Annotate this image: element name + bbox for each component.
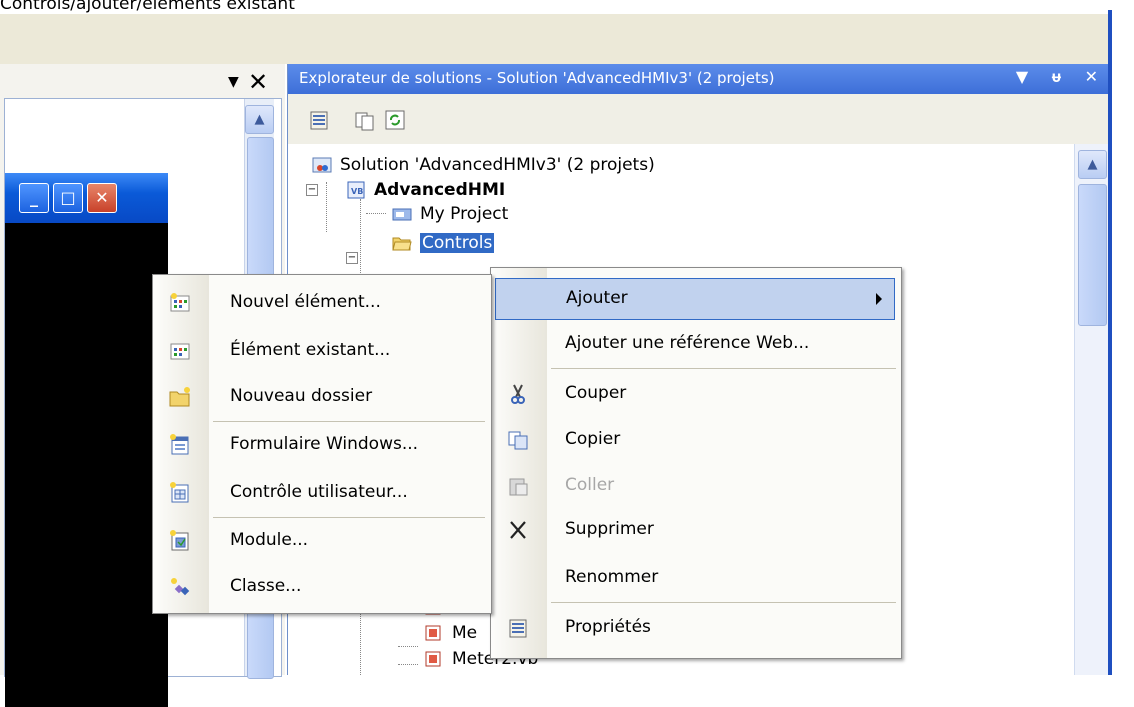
pin-icon[interactable]: ᵾ — [1052, 67, 1061, 86]
cut-icon — [511, 384, 525, 404]
form-titlebar: _ □ ✕ — [5, 173, 168, 223]
caption-text: Controls/ajouter/éléments existant — [0, 0, 295, 14]
show-all-files-icon[interactable] — [354, 109, 376, 131]
panel-close-icon[interactable]: ✕ — [248, 68, 268, 96]
vb-file-icon — [425, 625, 441, 641]
menu-item-delete[interactable]: Supprimer — [491, 510, 901, 550]
menu-item-paste[interactable]: Coller — [491, 466, 901, 506]
delete-icon — [510, 521, 526, 539]
solution-explorer-toolbar — [288, 94, 1108, 145]
vb-project-icon: VB — [347, 181, 365, 199]
tree-item-file[interactable]: Me — [424, 620, 477, 646]
module-icon — [170, 530, 189, 551]
properties-icon — [509, 619, 527, 638]
menu-item-add-web-reference[interactable]: Ajouter une référence Web... — [491, 324, 901, 364]
scroll-up-icon[interactable]: ▲ — [245, 105, 274, 134]
dropdown-icon[interactable]: ▼ — [1016, 67, 1028, 86]
scroll-up-icon[interactable]: ▲ — [1078, 150, 1107, 179]
submenu-item-class[interactable]: Classe... — [153, 567, 491, 607]
folder-open-icon — [392, 237, 412, 251]
my-project-icon — [392, 208, 412, 221]
panel-dropdown-icon[interactable]: ▼ — [228, 74, 239, 90]
tree-item-solution[interactable]: Solution 'AdvancedHMIv3' (2 projets) — [312, 152, 655, 178]
solution-explorer-title: Explorateur de solutions - Solution 'Adv… — [299, 69, 775, 87]
submenu-item-new-folder[interactable]: Nouveau dossier — [153, 377, 491, 417]
submenu-item-module[interactable]: Module... — [153, 521, 491, 561]
svg-text:VB: VB — [351, 187, 363, 196]
new-folder-icon — [169, 387, 190, 407]
copy-icon — [508, 431, 528, 450]
designer-panel-header: ▼ ✕ — [0, 64, 285, 98]
solution-vertical-scrollbar[interactable]: ▲ — [1074, 144, 1109, 675]
form-body — [5, 223, 168, 707]
existing-item-icon — [170, 343, 190, 360]
menu-item-copy[interactable]: Copier — [491, 420, 901, 460]
windows-form-icon — [170, 434, 189, 455]
user-control-icon — [170, 482, 189, 503]
minimize-button[interactable]: _ — [19, 183, 49, 213]
submenu-item-windows-form[interactable]: Formulaire Windows... — [153, 425, 491, 465]
ide-toolbar-area — [0, 14, 1108, 64]
scrollbar-thumb[interactable] — [1078, 184, 1107, 326]
tree-item-advancedhmi[interactable]: VB AdvancedHMI — [346, 177, 505, 203]
maximize-button[interactable]: □ — [53, 183, 83, 213]
new-item-icon — [170, 293, 190, 312]
solution-icon — [312, 157, 332, 173]
submenu-item-new-item[interactable]: Nouvel élément... — [153, 283, 491, 323]
close-icon[interactable]: ✕ — [1085, 67, 1098, 86]
tree-item-controls[interactable]: Controls — [392, 230, 495, 256]
tree-item-my-project[interactable]: My Project — [392, 201, 508, 227]
menu-item-properties[interactable]: Propriétés — [491, 608, 901, 648]
close-button[interactable]: ✕ — [87, 183, 117, 213]
submenu-arrow-icon — [876, 293, 882, 305]
menu-item-rename[interactable]: Renommer — [491, 558, 901, 598]
menu-item-ajouter[interactable]: Ajouter — [495, 278, 895, 320]
refresh-icon[interactable] — [384, 109, 406, 131]
menu-item-cut[interactable]: Couper — [491, 374, 901, 414]
form-preview-window[interactable]: _ □ ✕ — [5, 173, 168, 707]
submenu-item-user-control[interactable]: Contrôle utilisateur... — [153, 473, 491, 513]
background-strip — [1112, 10, 1134, 675]
properties-icon[interactable] — [308, 109, 330, 131]
collapse-controls-icon[interactable]: − — [346, 252, 358, 264]
context-menu: Ajouter Ajouter une référence Web... Cou… — [490, 267, 902, 659]
paste-icon — [509, 478, 528, 496]
solution-explorer-titlebar: Explorateur de solutions - Solution 'Adv… — [288, 64, 1108, 94]
add-submenu: Nouvel élément... Élément existant... No… — [152, 274, 492, 614]
submenu-item-existing-item[interactable]: Élément existant... — [153, 331, 491, 371]
vb-file-icon — [425, 651, 441, 667]
collapse-advancedhmi-icon[interactable]: − — [306, 184, 318, 196]
class-icon — [171, 578, 190, 596]
